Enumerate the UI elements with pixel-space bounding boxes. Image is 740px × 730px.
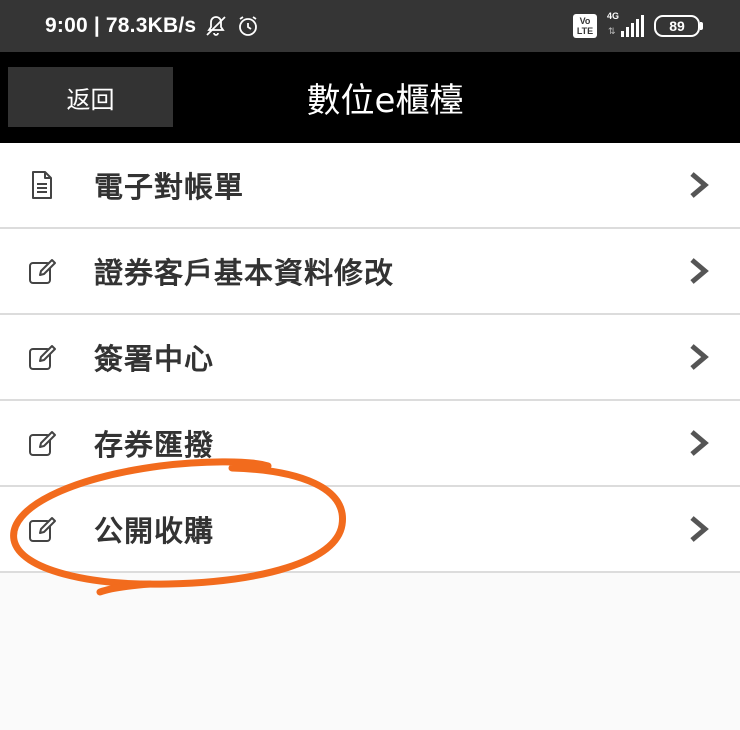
signal-bar	[636, 19, 639, 37]
signal-bar	[641, 15, 644, 37]
app-header: 數位e櫃檯 返回	[0, 52, 740, 143]
battery-icon: 89	[654, 15, 703, 37]
edit-icon	[29, 431, 56, 456]
network-type: 4G	[607, 11, 620, 21]
volte-bottom: LTE	[576, 26, 594, 36]
volte-icon: Vo LTE	[573, 14, 597, 38]
data-arrows-icon: ⇅	[608, 27, 616, 37]
signal-bar	[621, 31, 624, 37]
menu-item-label: 存券匯撥	[94, 428, 215, 462]
signal-bar	[626, 27, 629, 37]
chevron-right-icon	[690, 258, 709, 284]
chevron-right-icon	[690, 516, 709, 542]
document-icon	[32, 171, 52, 199]
signal-bar	[631, 23, 634, 37]
signal-icon: 4G ⇅	[607, 11, 644, 37]
menu-list: 電子對帳單 證券客戶基本資料修改 簽署中心 存券匯撥 公開收購	[0, 143, 740, 573]
status-left: 9:00 | 78.3KB/s	[45, 0, 260, 52]
menu-item-profile-update[interactable]: 證券客戶基本資料修改	[0, 229, 740, 315]
battery-level: 89	[669, 18, 685, 34]
edit-icon	[29, 259, 56, 284]
network-speed: 78.3KB/s	[105, 14, 197, 37]
chevron-right-icon	[690, 344, 709, 370]
chevron-right-icon	[690, 172, 709, 198]
chevron-right-icon	[690, 430, 709, 456]
menu-item-signing-center[interactable]: 簽署中心	[0, 315, 740, 401]
alarm-icon	[236, 14, 260, 38]
back-button[interactable]: 返回	[8, 67, 173, 127]
menu-item-statement[interactable]: 電子對帳單	[0, 143, 740, 229]
notifications-off-icon	[204, 14, 228, 38]
menu-item-label: 公開收購	[94, 514, 215, 548]
menu-item-label: 簽署中心	[94, 342, 215, 376]
status-separator: |	[93, 14, 100, 37]
menu-item-label: 證券客戶基本資料修改	[94, 256, 395, 290]
edit-icon	[29, 517, 56, 542]
menu-item-securities-transfer[interactable]: 存券匯撥	[0, 401, 740, 487]
volte-top: Vo	[579, 16, 591, 26]
menu-item-label: 電子對帳單	[94, 170, 245, 204]
edit-icon	[29, 345, 56, 370]
menu-item-tender-offer[interactable]: 公開收購	[0, 487, 740, 573]
status-bar: 9:00 | 78.3KB/s Vo LTE 4G ⇅ 89	[0, 0, 740, 52]
status-right: Vo LTE 4G ⇅ 89	[573, 0, 703, 52]
status-time: 9:00	[45, 14, 88, 37]
